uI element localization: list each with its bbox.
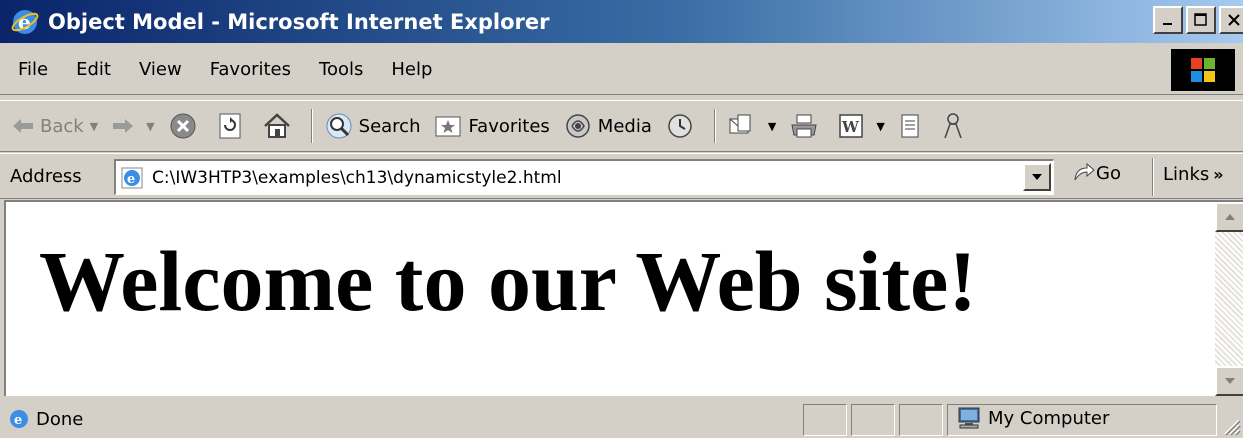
- menu-file[interactable]: File: [18, 59, 48, 80]
- messenger-icon: [944, 113, 962, 139]
- address-dropdown-button[interactable]: [1023, 163, 1051, 191]
- search-icon: [326, 113, 352, 139]
- favorites-button[interactable]: Favorites: [434, 114, 550, 138]
- favorites-star-icon: [435, 116, 461, 137]
- printer-icon: [791, 114, 817, 138]
- word-edit-icon: W: [839, 114, 864, 138]
- status-bar: e Done My Computer: [0, 400, 1243, 438]
- status-pane: [899, 404, 943, 436]
- minimize-icon: [1163, 23, 1172, 25]
- menu-tools[interactable]: Tools: [319, 59, 363, 80]
- links-label: Links: [1163, 164, 1210, 185]
- status-text: Done: [36, 408, 84, 430]
- svg-text:e: e: [14, 413, 22, 428]
- edit-button[interactable]: W ▼: [838, 113, 885, 139]
- page-content: Welcome to our Web site!: [4, 200, 1243, 396]
- status-pane: [803, 404, 847, 436]
- media-label: Media: [597, 115, 652, 137]
- media-button[interactable]: Media: [564, 112, 652, 140]
- standard-toolbar: Back ▼ ▼ Search Favorites Media ▼ W ▼: [0, 100, 1243, 152]
- vertical-scrollbar[interactable]: [1215, 202, 1243, 396]
- address-url: C:\IW3HTP3\examples\ch13\dynamicstyle2.h…: [152, 167, 562, 188]
- chevron-down-icon: ▼: [876, 119, 885, 133]
- chevron-right-icon: »: [1213, 165, 1224, 184]
- address-input[interactable]: e C:\IW3HTP3\examples\ch13\dynamicstyle2…: [114, 159, 1054, 195]
- media-icon: [566, 114, 590, 138]
- links-button[interactable]: Links»: [1163, 164, 1224, 185]
- menu-favorites[interactable]: Favorites: [210, 59, 291, 80]
- chevron-down-icon: ▼: [89, 119, 99, 133]
- address-label: Address: [10, 165, 82, 187]
- status-message: e Done: [8, 408, 83, 430]
- title-bar[interactable]: e Object Model - Microsoft Internet Expl…: [0, 0, 1243, 43]
- messenger-button[interactable]: [941, 112, 971, 140]
- search-label: Search: [358, 115, 421, 137]
- menu-view[interactable]: View: [139, 59, 182, 80]
- svg-text:e: e: [127, 172, 135, 187]
- history-button[interactable]: [666, 112, 700, 140]
- stop-icon: [170, 113, 196, 139]
- menu-edit[interactable]: Edit: [76, 59, 111, 80]
- go-button[interactable]: Go: [1072, 162, 1121, 184]
- arrow-down-icon: [1225, 378, 1235, 384]
- maximize-button[interactable]: [1186, 6, 1216, 34]
- status-pane: [851, 404, 895, 436]
- toolbar-separator: [310, 109, 313, 143]
- windows-flag-icon: [1191, 58, 1215, 82]
- refresh-button[interactable]: [217, 112, 249, 140]
- print-button[interactable]: [790, 113, 824, 139]
- search-button[interactable]: Search: [325, 112, 421, 140]
- mail-icon: [729, 114, 751, 134]
- zone-label: My Computer: [988, 407, 1110, 429]
- computer-icon: [958, 407, 980, 429]
- security-zone: My Computer: [956, 406, 1109, 430]
- ie-icon: e: [11, 9, 39, 34]
- home-icon: [263, 113, 290, 138]
- close-button[interactable]: [1219, 6, 1243, 34]
- toolbar-separator: [713, 109, 716, 143]
- go-arrow-icon: [1074, 162, 1095, 181]
- close-icon: [1228, 14, 1240, 26]
- favorites-label: Favorites: [468, 115, 550, 137]
- back-button[interactable]: Back ▼: [12, 116, 98, 137]
- go-label: Go: [1096, 162, 1121, 184]
- forward-button[interactable]: ▼: [112, 117, 155, 135]
- home-button[interactable]: [263, 113, 297, 139]
- scroll-up-button[interactable]: [1215, 202, 1243, 232]
- address-bar: Address e C:\IW3HTP3\examples\ch13\dynam…: [0, 153, 1243, 199]
- chevron-down-icon: [1032, 174, 1042, 180]
- minimize-button[interactable]: [1153, 6, 1183, 34]
- page-icon: e: [121, 167, 143, 188]
- refresh-icon: [219, 113, 241, 139]
- back-arrow-icon: [13, 119, 33, 133]
- chevron-down-icon: ▼: [146, 119, 155, 133]
- windows-logo: [1171, 49, 1235, 91]
- scroll-down-button[interactable]: [1215, 366, 1243, 396]
- page-heading: Welcome to our Web site!: [39, 233, 977, 329]
- ie-page-icon: e: [10, 410, 28, 428]
- discuss-button[interactable]: [899, 113, 927, 139]
- window-title: Object Model - Microsoft Internet Explor…: [48, 9, 550, 34]
- mail-button[interactable]: ▼: [728, 113, 776, 139]
- maximize-icon: [1194, 13, 1207, 26]
- menu-help[interactable]: Help: [391, 59, 432, 80]
- chevron-down-icon: ▼: [767, 119, 777, 133]
- forward-arrow-icon: [113, 119, 134, 133]
- links-separator: [1152, 158, 1154, 196]
- back-label: Back: [40, 115, 84, 137]
- history-icon: [668, 114, 692, 138]
- discuss-icon: [901, 114, 919, 138]
- stop-button[interactable]: [169, 112, 203, 140]
- svg-text:W: W: [841, 118, 860, 136]
- resize-grip-icon[interactable]: [1221, 416, 1241, 436]
- menu-bar: File Edit View Favorites Tools Help: [0, 45, 1243, 95]
- arrow-up-icon: [1225, 214, 1235, 220]
